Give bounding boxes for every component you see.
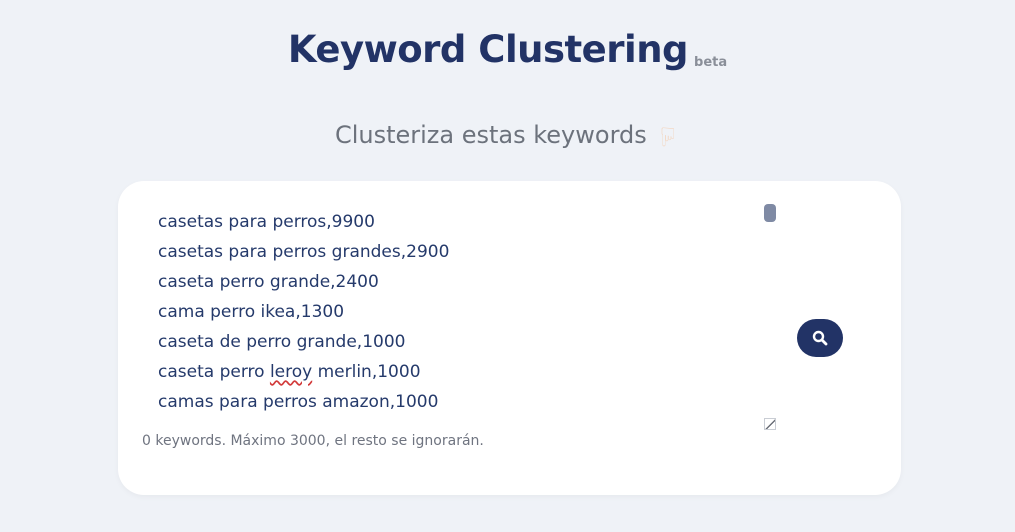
search-icon — [812, 330, 828, 346]
keyword-line: caseta perro grande,2400 — [158, 267, 754, 297]
keyword-line: caseta perro leroy merlin,1000 — [158, 357, 754, 387]
page-title: Keyword Clustering — [287, 28, 689, 71]
keyword-line: casetas para perros grandes,2900 — [158, 237, 754, 267]
keyword-line: caseta de perro grande,1000 — [158, 327, 754, 357]
keyword-list: casetas para perros,9900 casetas para per… — [142, 207, 754, 417]
page-header: Keyword Clustering beta — [0, 28, 1015, 71]
subtitle-row: Clusteriza estas keywords ☜ — [0, 121, 1015, 152]
keyword-text: merlin,1000 — [312, 362, 421, 382]
keyword-text: caseta de perro grande,1000 — [158, 332, 406, 352]
resize-handle-icon[interactable] — [764, 418, 776, 430]
page: Keyword Clustering beta Clusteriza estas … — [0, 0, 1015, 532]
search-button[interactable] — [797, 319, 843, 357]
keyword-count-status: 0 keywords. Máximo 3000, el resto se ign… — [142, 433, 484, 449]
input-card: casetas para perros,9900 casetas para per… — [118, 181, 901, 495]
beta-badge: beta — [694, 55, 728, 70]
keyword-text: camas para perros amazon,1000 — [158, 392, 439, 412]
keyword-text: caseta perro — [158, 362, 270, 382]
spellcheck-word: leroy — [269, 362, 313, 382]
keyword-line: cama perro ikea,1300 — [158, 297, 754, 327]
keywords-textarea[interactable]: casetas para perros,9900 casetas para per… — [142, 204, 776, 431]
pointing-hand-icon: ☜ — [653, 125, 684, 149]
keyword-text: cama perro ikea,1300 — [158, 302, 345, 322]
textarea-scrollbar[interactable] — [764, 204, 776, 222]
subtitle: Clusteriza estas keywords — [334, 121, 647, 149]
keyword-line: casetas para perros,9900 — [158, 207, 754, 237]
keyword-line: camas para perros amazon,1000 — [158, 387, 754, 417]
keyword-text: caseta perro grande,2400 — [158, 272, 379, 292]
keyword-text: casetas para perros,9900 — [158, 212, 375, 232]
keyword-text: casetas para perros grandes,2900 — [158, 242, 450, 262]
